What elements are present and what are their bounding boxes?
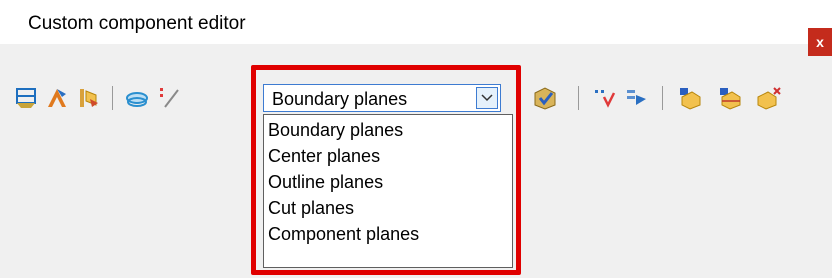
dropdown-option-cut-planes[interactable]: Cut planes: [268, 195, 506, 221]
plane-type-select[interactable]: Boundary planes: [263, 84, 501, 112]
plane-type-selected-value: Boundary planes: [272, 89, 408, 109]
component-properties-icon[interactable]: [76, 85, 102, 111]
dropdown-option-center-planes[interactable]: Center planes: [268, 143, 506, 169]
custom-component-editor-window: Custom component editor x Boundary plane…: [0, 0, 832, 278]
boundary-planes-icon[interactable]: [14, 85, 40, 111]
plane-view-icon[interactable]: [124, 85, 150, 111]
title-bar: Custom component editor: [0, 0, 832, 44]
remove-object-icon[interactable]: [756, 85, 782, 111]
plane-type-dropdown-list: Boundary planes Center planes Outline pl…: [263, 114, 513, 268]
dropdown-option-outline-planes[interactable]: Outline planes: [268, 169, 506, 195]
export-icon[interactable]: [624, 85, 650, 111]
toolbar-separator: [662, 86, 663, 110]
dropdown-option-boundary-planes[interactable]: Boundary planes: [268, 117, 506, 143]
dropdown-option-component-planes[interactable]: Component planes: [268, 221, 506, 247]
close-button[interactable]: x: [808, 28, 832, 56]
snap-line-icon[interactable]: [156, 85, 182, 111]
chevron-down-icon: [481, 94, 493, 102]
toolbar-separator: [112, 86, 113, 110]
add-variable-icon[interactable]: [592, 85, 618, 111]
toolbar-separator: [578, 86, 579, 110]
move-handle-icon[interactable]: [44, 85, 70, 111]
dropdown-arrow-button[interactable]: [476, 87, 498, 109]
add-plane-object-icon[interactable]: [716, 85, 742, 111]
window-title: Custom component editor: [28, 13, 246, 34]
validate-component-icon[interactable]: [532, 85, 558, 111]
add-object-icon[interactable]: [676, 85, 702, 111]
